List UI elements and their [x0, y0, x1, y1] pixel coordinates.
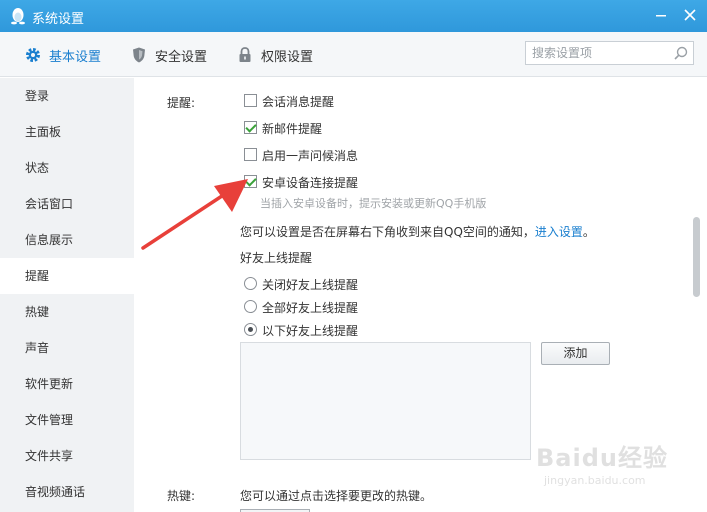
notice-end: 。	[582, 225, 595, 239]
qzone-notice: 您可以设置是否在屏幕右下角收到来自QQ空间的通知，进入设置。	[240, 223, 595, 240]
lock-icon	[239, 47, 251, 62]
option-label[interactable]: 安卓设备连接提醒	[262, 174, 358, 191]
sidebar-item-hotkey[interactable]: 热键	[0, 294, 134, 330]
sidebar-item-sound[interactable]: 声音	[0, 330, 134, 366]
qq-penguin-icon	[11, 8, 25, 25]
tab-label: 基本设置	[49, 49, 102, 65]
tab-basic-settings[interactable]: 基本设置	[24, 44, 101, 66]
enter-settings-link[interactable]: 进入设置	[535, 225, 583, 239]
sidebar-item-file-sharing[interactable]: 文件共享	[0, 438, 134, 474]
sidebar-item-software-update[interactable]: 软件更新	[0, 366, 134, 402]
window-title: 系统设置	[32, 12, 85, 27]
sidebar-item-info-display[interactable]: 信息展示	[0, 222, 134, 258]
android-hint-text: 当插入安卓设备时，提示安装或更新QQ手机版	[260, 197, 487, 210]
close-button[interactable]	[681, 6, 699, 24]
tab-permission-settings[interactable]: 权限设置	[236, 44, 313, 66]
radio-all-friends-online[interactable]	[244, 300, 257, 313]
sidebar-item-login[interactable]: 登录	[0, 78, 134, 114]
baidu-watermark: Baidu经验 jingyan.baidu.com	[536, 438, 701, 498]
minimize-icon	[656, 15, 666, 17]
annotation-arrow-icon	[141, 179, 248, 250]
sidebar-item-chat-window[interactable]: 会话窗口	[0, 186, 134, 222]
radio-disable-friend-online[interactable]	[244, 277, 257, 290]
notice-text: 您可以设置是否在屏幕右下角收到来自QQ空间的通知，	[240, 225, 535, 239]
watermark-url: jingyan.baidu.com	[544, 474, 646, 487]
title-bar: 系统设置	[0, 0, 707, 32]
search-input[interactable]	[532, 44, 672, 62]
close-icon	[684, 9, 696, 21]
sidebar-item-file-management[interactable]: 文件管理	[0, 402, 134, 438]
option-label[interactable]: 启用一声问候消息	[262, 147, 358, 164]
sidebar-item-av-call[interactable]: 音视频通话	[0, 474, 134, 510]
settings-search-box[interactable]	[525, 41, 694, 65]
gear-icon	[26, 48, 40, 62]
radio-label[interactable]: 以下好友上线提醒	[262, 322, 358, 339]
settings-sidebar: 登录 主面板 状态 会话窗口 信息展示 提醒 热键 声音 软件更新 文件管理 文…	[0, 78, 134, 512]
radio-label[interactable]: 全部好友上线提醒	[262, 299, 358, 316]
settings-window: 系统设置 基本设置 安全设置 权限设置 搜索设置项 登录 主面板 状态 会话窗口…	[0, 0, 707, 512]
tab-label: 安全设置	[155, 49, 208, 65]
option-label[interactable]: 新邮件提醒	[262, 120, 322, 137]
checkbox-new-mail-reminder[interactable]	[244, 121, 257, 134]
radio-selected-friends-online[interactable]	[244, 323, 257, 336]
sidebar-item-main-panel[interactable]: 主面板	[0, 114, 134, 150]
minimize-button[interactable]	[652, 6, 670, 24]
checkbox-greeting-message[interactable]	[244, 148, 257, 161]
friend-list-box[interactable]	[240, 342, 531, 460]
tab-label: 权限设置	[261, 49, 314, 65]
checkbox-chat-message-reminder[interactable]	[244, 94, 257, 107]
radio-label[interactable]: 关闭好友上线提醒	[262, 276, 358, 293]
add-friend-button[interactable]: 添加	[541, 342, 610, 365]
hotkey-section-label: 热键:	[167, 489, 196, 503]
hotkey-description: 您可以通过点击选择要更改的热键。	[240, 489, 433, 503]
sidebar-item-reminder[interactable]: 提醒	[0, 258, 134, 294]
reminder-section-label: 提醒:	[167, 96, 196, 110]
search-icon[interactable]	[673, 45, 689, 61]
scroll-thumb[interactable]	[693, 217, 700, 297]
option-label[interactable]: 会话消息提醒	[262, 93, 334, 110]
sidebar-item-status[interactable]: 状态	[0, 150, 134, 186]
tab-security-settings[interactable]: 安全设置	[130, 44, 207, 66]
watermark-brand: Baidu经验	[536, 444, 668, 472]
shield-icon	[133, 47, 145, 63]
